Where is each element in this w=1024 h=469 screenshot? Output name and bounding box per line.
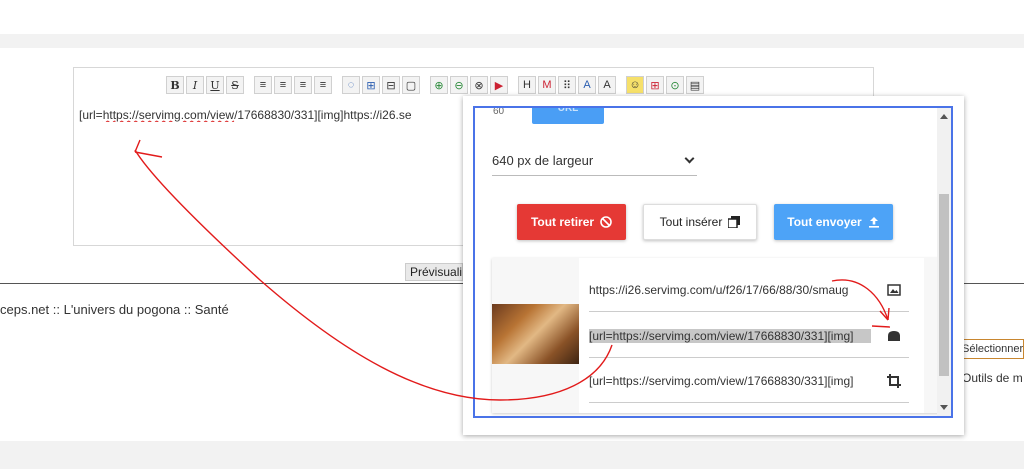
smiley-icon[interactable]: ☺: [626, 76, 644, 94]
strike-button[interactable]: S: [226, 76, 244, 94]
align-center-button[interactable]: ≡: [274, 76, 292, 94]
heading-button[interactable]: H: [518, 76, 536, 94]
calendar-icon[interactable]: ⊞: [646, 76, 664, 94]
align-right-button[interactable]: ≡: [294, 76, 312, 94]
copy-icon: [728, 216, 741, 228]
bbcode-thumb-text[interactable]: [url=https://servimg.com/view/17668830/3…: [589, 374, 871, 388]
count-label: 60: [493, 106, 505, 117]
tools-label[interactable]: Outils de m: [962, 371, 1023, 385]
justify-button[interactable]: ≡: [314, 76, 332, 94]
url-button[interactable]: URL: [532, 106, 604, 124]
preview-button[interactable]: Prévisualiser: [405, 263, 463, 281]
image-thumbnail[interactable]: [492, 304, 579, 364]
bold-button[interactable]: B: [166, 76, 184, 94]
image-links: https://i26.servimg.com/u/f26/17/66/88/3…: [579, 258, 924, 413]
insert-icon[interactable]: [883, 330, 905, 342]
scroll-up-icon[interactable]: [940, 114, 948, 119]
scroll-down-icon[interactable]: [940, 405, 948, 410]
hide-button[interactable]: ▢: [402, 76, 420, 94]
remove-all-label: Tout retirer: [530, 215, 595, 229]
font-color-button[interactable]: A: [578, 76, 596, 94]
insert-all-button[interactable]: Tout insérer: [643, 204, 757, 240]
bottom-band: [0, 441, 1024, 469]
italic-button[interactable]: I: [186, 76, 204, 94]
remove-all-button[interactable]: Tout retirer: [517, 204, 626, 240]
document-icon[interactable]: ▤: [686, 76, 704, 94]
breadcrumb[interactable]: ceps.net :: L'univers du pogona :: Santé: [0, 302, 229, 317]
crop-icon[interactable]: [883, 373, 905, 388]
editor-content-rest: /17668830/331][img]https://i26.se: [234, 108, 412, 122]
underline-button[interactable]: U: [206, 76, 224, 94]
top-band: [0, 34, 1024, 48]
link-button[interactable]: ⊗: [470, 76, 488, 94]
youtube-button[interactable]: ▶: [490, 76, 508, 94]
settings-icon[interactable]: ⊙: [666, 76, 684, 94]
bbcode-thumb-row[interactable]: [url=https://servimg.com/view/17668830/3…: [589, 359, 909, 403]
font-button[interactable]: M: [538, 76, 556, 94]
bbcode-link-row[interactable]: [url=https://servimg.com/view/17668830/3…: [589, 314, 909, 358]
image-button[interactable]: ⊖: [450, 76, 468, 94]
bbcode-link-text[interactable]: [url=https://servimg.com/view/17668830/3…: [589, 328, 871, 343]
image-host-popup: 60 URL 640 px de largeur Tout retirer To…: [463, 96, 964, 435]
editor-toolbar: B I U S ≡ ≡ ≡ ≡ ◌ ⊞ ⊟ ▢ ⊕ ⊖ ⊗ ▶ H M ⠿ A …: [166, 72, 704, 98]
table-button[interactable]: ⠿: [558, 76, 576, 94]
image-icon[interactable]: [883, 283, 905, 296]
spoiler-button[interactable]: ⊟: [382, 76, 400, 94]
font-size-button[interactable]: A: [598, 76, 616, 94]
popup-frame: 60 URL 640 px de largeur Tout retirer To…: [473, 106, 953, 418]
insert-all-label: Tout insérer: [659, 215, 723, 229]
send-all-button[interactable]: Tout envoyer: [774, 204, 893, 240]
chevron-down-icon: [684, 153, 695, 164]
scroll-thumb[interactable]: [939, 194, 949, 376]
editor-content-link: https://servimg.com/view: [102, 108, 235, 122]
direct-link-text[interactable]: https://i26.servimg.com/u/f26/17/66/88/3…: [589, 283, 871, 297]
send-all-label: Tout envoyer: [787, 215, 862, 229]
upload-icon: [868, 217, 879, 228]
block-icon: [600, 216, 612, 228]
uploaded-image-card: https://i26.servimg.com/u/f26/17/66/88/3…: [492, 258, 947, 413]
editor-content[interactable]: [url=https://servimg.com/view/17668830/3…: [79, 108, 464, 122]
align-left-button[interactable]: ≡: [254, 76, 272, 94]
quote-button[interactable]: ◌: [342, 76, 360, 94]
direct-link-row[interactable]: https://i26.servimg.com/u/f26/17/66/88/3…: [589, 268, 909, 312]
width-select[interactable]: 640 px de largeur: [492, 146, 697, 176]
code-button[interactable]: ⊞: [362, 76, 380, 94]
url-button-label: URL: [557, 106, 579, 114]
forum-select[interactable]: Sélectionner: [958, 339, 1024, 359]
width-select-value: 640 px de largeur: [492, 153, 594, 168]
image-host-button[interactable]: ⊕: [430, 76, 448, 94]
editor-content-prefix: [url=: [79, 108, 103, 122]
popup-scrollbar[interactable]: [937, 108, 951, 416]
